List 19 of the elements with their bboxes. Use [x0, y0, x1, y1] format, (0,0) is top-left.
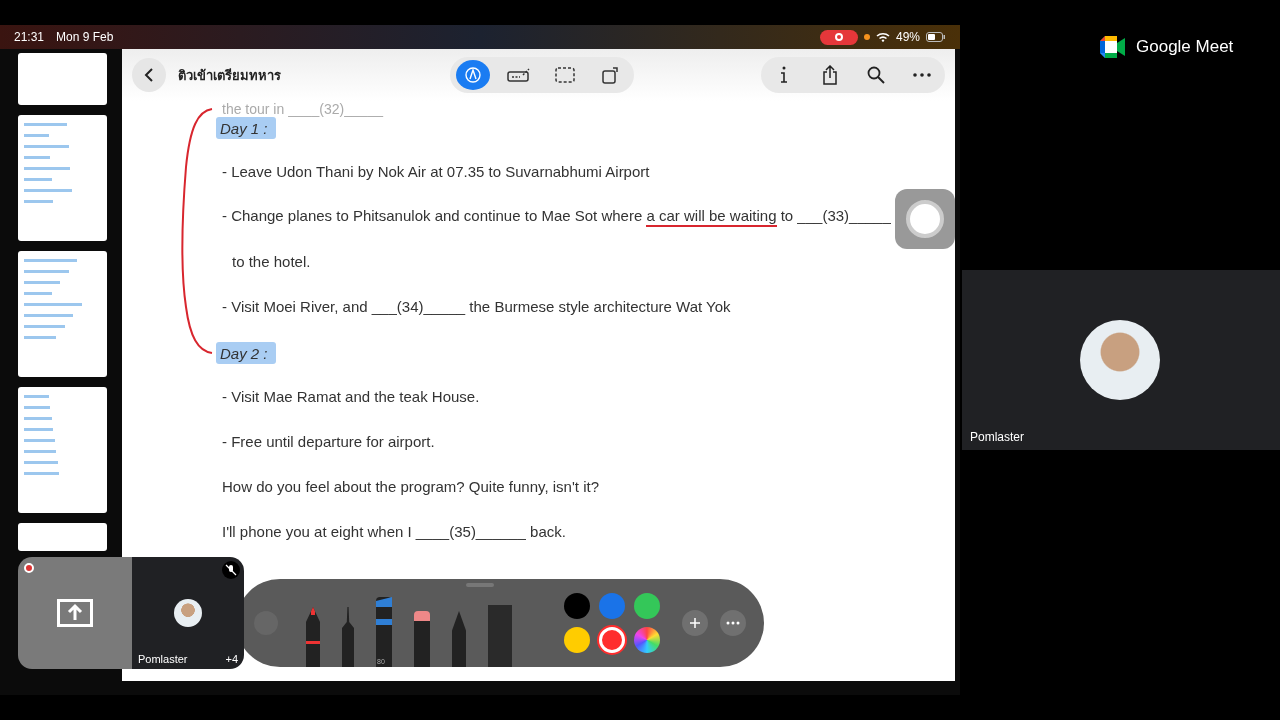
document-text: I'll phone you at eight when I ____(35)______ back. — [222, 523, 566, 542]
document-text: - Visit Moei River, and ___(34)_____ the Burmese style architecture Wat Yok — [222, 298, 731, 317]
participant-name: Pomlaster — [970, 430, 1025, 444]
status-date: Mon 9 Feb — [56, 30, 114, 44]
battery-percent: 49% — [895, 30, 920, 44]
day-heading: Day 1 : — [216, 116, 276, 139]
document-text: to the hotel. — [232, 253, 311, 272]
document-text: - Change planes to Phitsanulok and continue to Mae Sot where a car will be waiting to ___(33)_____ — [222, 206, 891, 229]
day-heading: Day 2 : — [216, 341, 276, 364]
document-title: ติวเข้าเตรียมทหาร — [178, 66, 281, 85]
document-text: the tour in ____(32)_____ — [222, 101, 384, 117]
document-text: How do you feel about the program? Quite funny, isn't it? — [222, 478, 599, 497]
document-text: - Visit Mae Ramat and the teak House. — [222, 388, 480, 407]
document-text: - Free until departure for airport. — [222, 433, 435, 452]
participant-name: Pomlaster — [138, 653, 188, 665]
status-time: 21:31 — [14, 30, 45, 44]
document-text: - Leave Udon Thani by Nok Air at 07.35 to Suvarnabhumi Airport — [222, 163, 650, 182]
participant-count: +4 — [225, 653, 238, 665]
meet-brand: Google Meet — [1136, 37, 1234, 57]
